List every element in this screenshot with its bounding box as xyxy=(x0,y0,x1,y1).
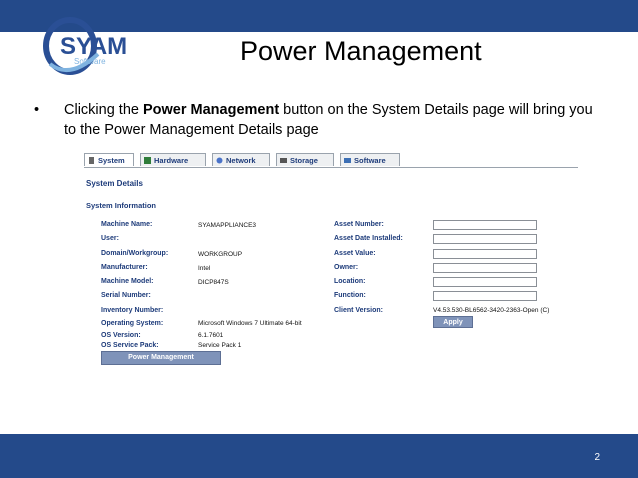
power-management-button[interactable]: Power Management xyxy=(101,351,221,365)
svg-text:Software: Software xyxy=(74,57,106,66)
label-client-version: Client Version: xyxy=(334,307,384,314)
svg-text:SYAM: SYAM xyxy=(60,33,127,60)
network-icon xyxy=(216,157,223,164)
label-owner: Owner: xyxy=(334,264,359,271)
label-manufacturer: Manufacturer: xyxy=(101,264,148,271)
software-icon xyxy=(344,158,351,163)
function-input[interactable] xyxy=(433,291,537,301)
label-os-version: OS Version: xyxy=(101,332,141,339)
tab-storage[interactable]: Storage xyxy=(276,153,334,166)
location-input[interactable] xyxy=(433,277,537,287)
page-number: 2 xyxy=(594,452,600,463)
computer-icon xyxy=(89,157,94,164)
tab-bar: System Hardware Network Storage Software xyxy=(84,153,578,168)
label-operating-system: Operating System: xyxy=(101,320,164,327)
system-details-screenshot: System Hardware Network Storage Software… xyxy=(84,153,578,373)
label-os-service-pack: OS Service Pack: xyxy=(101,342,159,349)
bullet-marker: • xyxy=(34,102,40,118)
asset-value-input[interactable] xyxy=(433,249,537,259)
value-os-service-pack: Service Pack 1 xyxy=(198,342,242,349)
value-client-version: V4.53.530-BL6562-3420-2363-Open (C) xyxy=(433,307,550,314)
value-machine-name: SYAMAPPLIANCE3 xyxy=(198,222,257,229)
label-function: Function: xyxy=(334,292,366,299)
value-operating-system: Microsoft Windows 7 Ultimate 64-bit xyxy=(198,320,302,327)
label-asset-date-installed: Asset Date Installed: xyxy=(334,235,403,242)
syam-logo: SYAM Software xyxy=(43,17,127,75)
label-machine-model: Machine Model: xyxy=(101,278,154,285)
value-domain: WORKGROUP xyxy=(198,251,243,258)
value-manufacturer: Intel xyxy=(198,265,211,272)
asset-number-input[interactable] xyxy=(433,220,537,230)
label-machine-name: Machine Name: xyxy=(101,221,153,228)
value-os-version: 6.1.7601 xyxy=(198,332,224,339)
label-location: Location: xyxy=(334,278,366,285)
label-domain: Domain/Workgroup: xyxy=(101,250,169,257)
label-serial-number: Serial Number: xyxy=(101,292,151,299)
label-user: User: xyxy=(101,235,119,242)
bottom-bar: 2 xyxy=(0,434,638,478)
bullet-text: Clicking the Power Management button on … xyxy=(64,102,593,138)
tab-hardware[interactable]: Hardware xyxy=(140,153,206,166)
section-title: System Details xyxy=(86,179,143,188)
subsection-title: System Information xyxy=(86,201,157,210)
tab-system[interactable]: System xyxy=(84,153,134,166)
storage-icon xyxy=(280,158,287,163)
tab-software[interactable]: Software xyxy=(340,153,400,166)
label-asset-value: Asset Value: xyxy=(334,250,376,257)
label-asset-number: Asset Number: xyxy=(334,221,384,228)
owner-input[interactable] xyxy=(433,263,537,273)
label-inventory-number: Inventory Number: xyxy=(101,307,164,314)
tab-network[interactable]: Network xyxy=(212,153,270,166)
hardware-icon xyxy=(144,157,151,164)
apply-button[interactable]: Apply xyxy=(433,316,473,328)
asset-date-installed-input[interactable] xyxy=(433,234,537,244)
value-machine-model: DICP847S xyxy=(198,279,229,286)
slide-title: Power Management xyxy=(240,36,482,66)
